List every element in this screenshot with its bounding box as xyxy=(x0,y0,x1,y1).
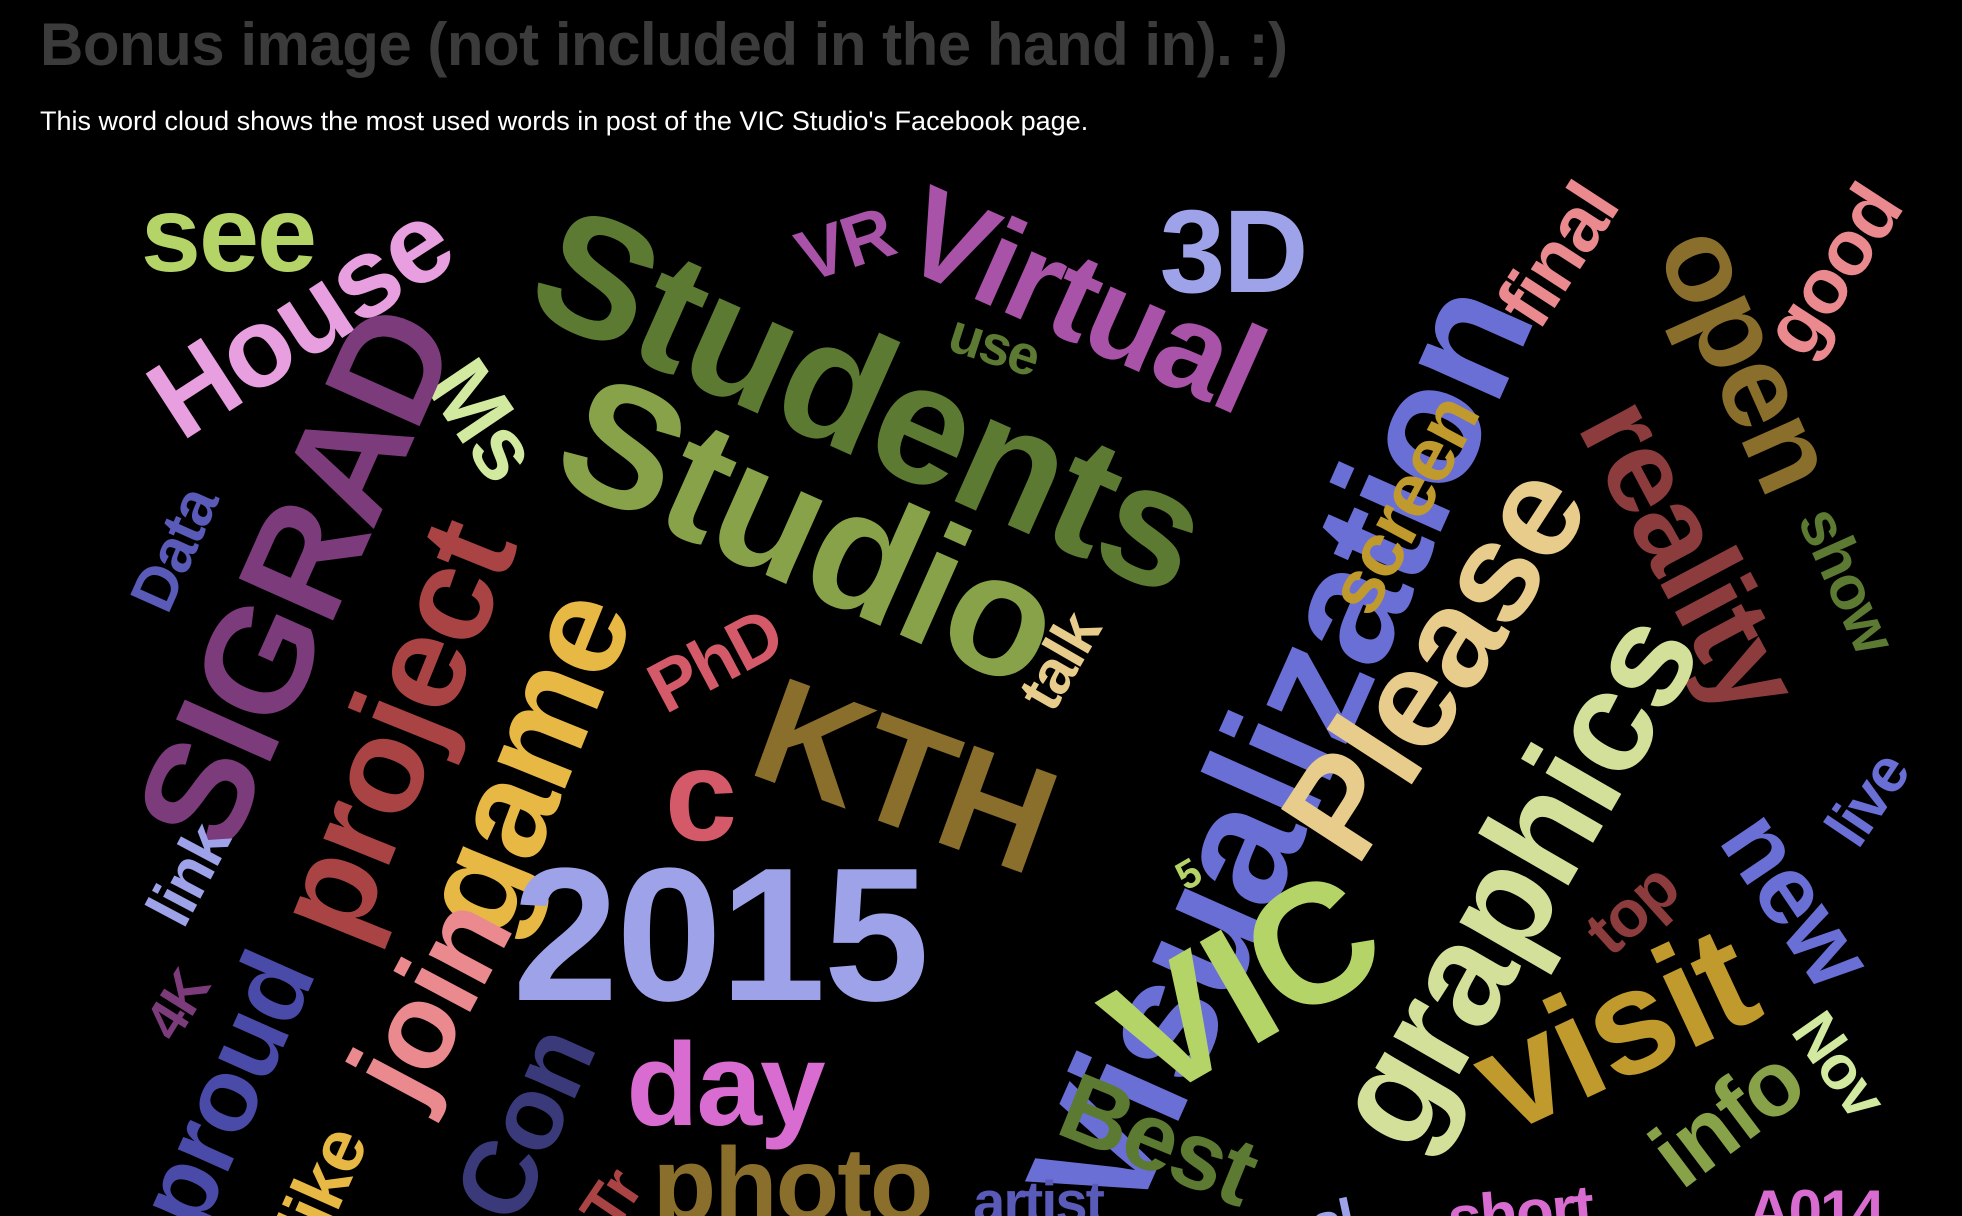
word-photo: photo xyxy=(652,1127,934,1216)
word-cloud: see House Students VR Virtual use 3D Ms Studio Vi… xyxy=(0,0,1962,1216)
word-live: live xyxy=(1812,740,1923,859)
word-vr: VR xyxy=(786,192,904,298)
word-tr: Tr xyxy=(567,1157,656,1216)
word-short: short xyxy=(1444,1172,1596,1216)
word-like: like xyxy=(260,1115,383,1216)
word-sl: sl xyxy=(1304,1186,1359,1216)
word-artist: artist xyxy=(973,1170,1105,1216)
word-3d: 3D xyxy=(1159,186,1309,318)
word-2015: 2015 xyxy=(512,829,930,1041)
word-a014: A014 xyxy=(1747,1178,1884,1216)
